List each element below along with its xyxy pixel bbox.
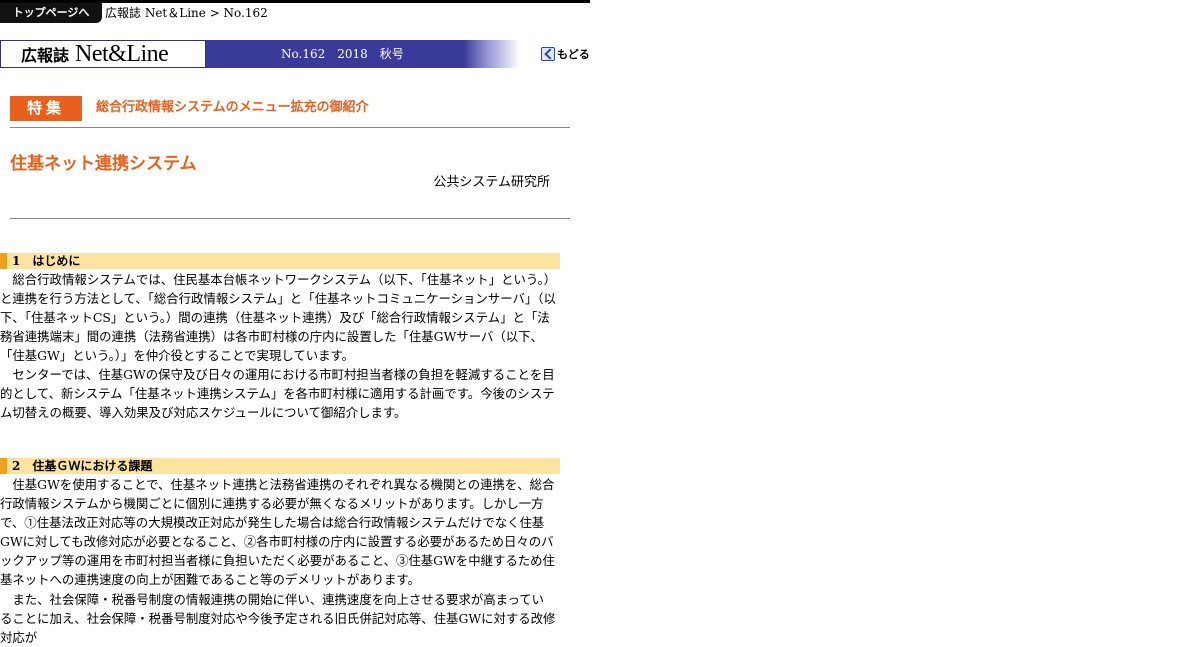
breadcrumb: 広報誌 Net＆Line > No.162 [105,6,268,20]
section-heading: 1 はじめに [0,253,560,269]
article-title: 住基ネット連携システム [10,154,197,174]
divider [10,218,570,219]
top-page-button[interactable]: トップページへ [0,3,102,23]
divider [10,127,570,128]
logo-ja: 広報誌 [21,46,70,65]
article-author: 公共システム研究所 [433,175,550,190]
section-heading: 2 住基ＧＷにおける課題 [0,458,560,474]
feature-tag: 特集 [10,96,82,121]
masthead: 広報誌 Net&Line No.162 2018 秋号 [0,40,520,68]
back-label: もどる [557,48,590,61]
back-arrow-icon [541,47,555,61]
feature-title: 総合行政情報システムのメニュー拡充の御紹介 [96,100,369,115]
back-button[interactable]: もどる [541,46,590,62]
paragraph: 総合行政情報システムでは、住民基本台帳ネットワークシステム（以下、「住基ネット」… [0,272,556,363]
section-number: 2 [12,459,21,473]
section-heading-text: 1 はじめに [12,253,80,269]
section-heading-text: 2 住基ＧＷにおける課題 [12,458,152,474]
section-title: 住基ＧＷにおける課題 [32,459,153,473]
paragraph: また、社会保障・税番号制度の情報連携の開始に伴い、連携速度を向上させる要求が高ま… [0,592,556,645]
paragraph: 住基GWを使用することで、住基ネット連携と法務省連携のそれぞれ異なる機関との連携… [0,477,555,587]
section-marker [0,253,7,269]
section-title: はじめに [32,254,81,268]
logo-en: Net&Line [75,40,169,67]
issue-bar: No.162 2018 秋号 [206,40,520,68]
section-marker [0,458,7,474]
logo[interactable]: 広報誌 Net&Line [0,40,206,68]
paragraph: センターでは、住基GWの保守及び日々の運用における市町村担当者様の負担を軽減する… [0,367,555,420]
section-number: 1 [12,254,21,268]
issue-label: No.162 2018 秋号 [281,47,404,61]
